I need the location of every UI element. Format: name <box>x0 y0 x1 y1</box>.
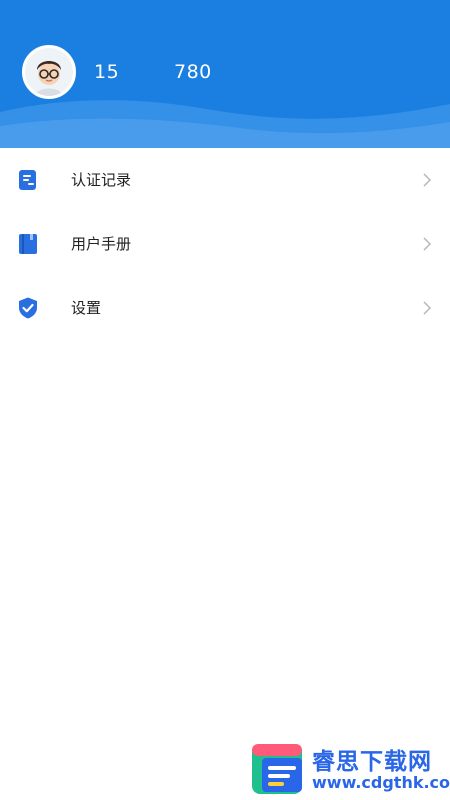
menu-item-label: 用户手册 <box>71 235 132 253</box>
chevron-right-icon <box>423 173 432 187</box>
document-list-icon <box>19 170 36 190</box>
chevron-right-icon <box>423 237 432 251</box>
menu-list: 认证记录 用户手册 设置 <box>0 148 450 340</box>
profile-header: 15 780 <box>0 0 450 148</box>
avatar[interactable] <box>22 45 76 99</box>
menu-item-settings[interactable]: 设置 <box>0 276 450 340</box>
menu-item-user-manual[interactable]: 用户手册 <box>0 212 450 276</box>
menu-item-label: 设置 <box>71 299 102 317</box>
shield-check-icon <box>19 297 37 319</box>
watermark-title: 睿思下载网 <box>312 749 432 775</box>
phone-number-prefix: 15 <box>94 61 120 83</box>
chevron-right-icon <box>423 301 432 315</box>
menu-item-auth-records[interactable]: 认证记录 <box>0 148 450 212</box>
site-watermark: 睿思下载网 www.cdgthk.com <box>248 740 450 798</box>
book-icon <box>19 234 37 254</box>
cartoon-boy-avatar-icon <box>25 48 73 96</box>
watermark-url: www.cdgthk.com <box>312 773 450 792</box>
phone-number-suffix: 780 <box>174 61 212 83</box>
watermark-logo-icon <box>252 744 302 794</box>
menu-item-label: 认证记录 <box>71 171 132 189</box>
